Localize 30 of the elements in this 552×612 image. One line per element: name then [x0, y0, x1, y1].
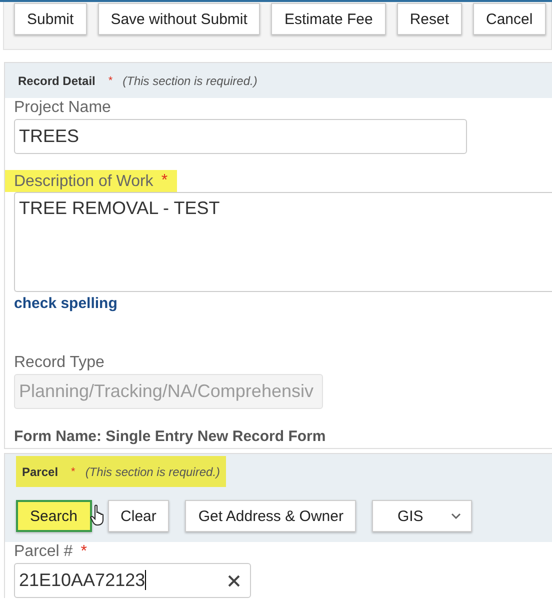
section-note: (This section is required.)	[85, 464, 220, 478]
toolbar-button[interactable]: Reset	[396, 3, 462, 35]
section-title: Parcel	[22, 464, 58, 478]
required-mark: *	[71, 466, 76, 478]
form-name: Form Name: Single Entry New Record Form	[14, 428, 326, 445]
action-button[interactable]: Get Address & Owner	[185, 500, 356, 532]
toolbar-button[interactable]: Submit	[14, 3, 87, 35]
required-mark: *	[108, 74, 113, 86]
field-label: Description of Work	[14, 172, 154, 190]
section-title: Record Detail	[18, 74, 96, 88]
chevron-down-icon	[451, 513, 462, 519]
clear-icon[interactable]	[228, 574, 240, 586]
field-label: Project Name	[14, 98, 111, 116]
field-label: Record Type	[14, 352, 104, 372]
required-mark: *	[161, 172, 168, 190]
toolbar-button[interactable]: Cancel	[473, 3, 546, 35]
action-button[interactable]: Clear	[108, 500, 170, 532]
input-field[interactable]: 21E10AA72123	[14, 563, 251, 598]
pointer-hand-icon	[90, 504, 106, 526]
search-button[interactable]: Search	[16, 500, 92, 532]
input-field[interactable]: TREES	[14, 119, 467, 154]
toolbar-button[interactable]: Estimate Fee	[271, 3, 386, 35]
dropdown-button[interactable]: GIS	[372, 500, 472, 532]
text-area[interactable]: TREE REMOVAL - TEST	[14, 192, 552, 292]
section-note: (This section is required.)	[122, 74, 258, 88]
input-field: Planning/Tracking/NA/Comprehensiv	[14, 374, 323, 409]
spell-check-link[interactable]: check spelling	[14, 295, 118, 312]
field-label: Parcel #	[14, 543, 73, 560]
toolbar-button[interactable]: Save without Submit	[98, 3, 260, 35]
required-mark: *	[80, 543, 87, 560]
